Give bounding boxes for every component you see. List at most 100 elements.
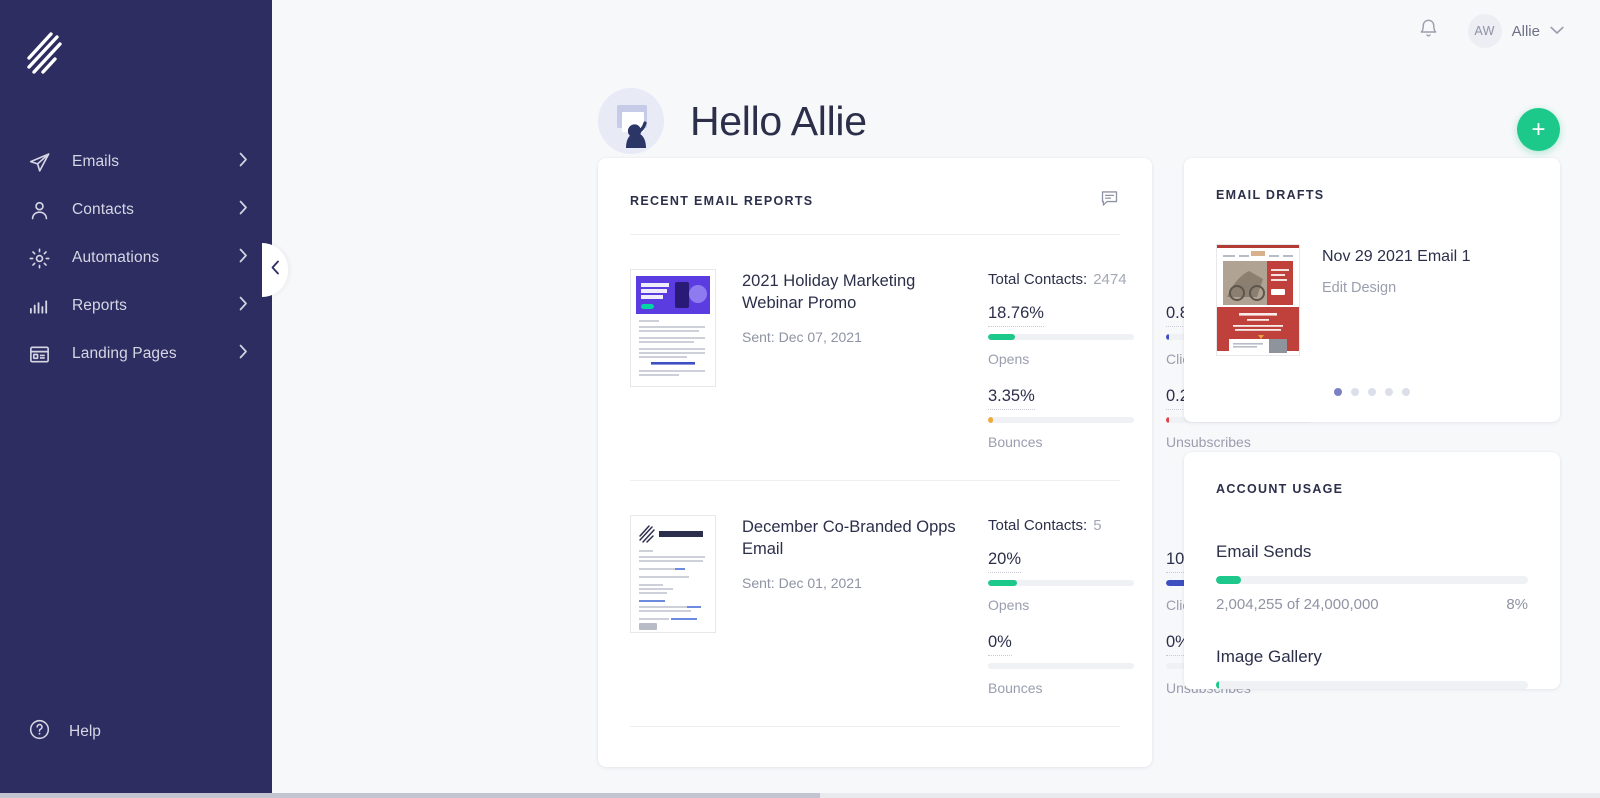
stat-label: Opens <box>988 597 1030 613</box>
main-content: AW Allie Hello Allie + RECENT EMAIL REPO… <box>272 0 1600 798</box>
sidebar-item-emails[interactable]: Emails <box>0 138 272 186</box>
usage-used: 2,004,255 of 24,000,000 <box>1216 596 1379 613</box>
stat-value: 3.35% <box>988 387 1035 410</box>
report-meta: 2021 Holiday Marketing Webinar Promo Sen… <box>716 269 988 450</box>
user-illustration-avatar <box>598 88 664 154</box>
sidebar-item-reports[interactable]: Reports <box>0 282 272 330</box>
gear-icon <box>28 247 54 270</box>
email-thumbnail[interactable] <box>630 515 716 633</box>
stat-bar-fill <box>1166 417 1169 423</box>
report-row[interactable]: December Co-Branded Opps Email Sent: Dec… <box>598 481 1312 726</box>
report-name: December Co-Branded Opps Email <box>742 518 956 558</box>
chevron-left-icon <box>271 260 280 280</box>
report-meta: December Co-Branded Opps Email Sent: Dec… <box>716 515 988 696</box>
avatar: AW <box>1467 14 1502 48</box>
report-row[interactable]: 2021 Holiday Marketing Webinar Promo Sen… <box>598 235 1312 480</box>
chevron-right-icon <box>239 200 248 220</box>
chevron-right-icon <box>239 248 248 268</box>
stat-value: 20% <box>988 550 1022 573</box>
chevron-down-icon <box>1550 22 1564 40</box>
sidebar-item-label: Landing Pages <box>72 345 177 362</box>
left-column: RECENT EMAIL REPORTS 2021 Holiday Market… <box>598 158 1312 767</box>
total-contacts-label: Total Contacts: <box>988 271 1088 288</box>
notifications-button[interactable] <box>1412 14 1446 48</box>
page-title: Hello Allie <box>690 97 867 144</box>
horizontal-scrollbar[interactable] <box>0 793 1600 798</box>
sidebar-item-label: Reports <box>72 297 127 314</box>
usage-bar <box>1216 576 1528 584</box>
dashboard-grid: RECENT EMAIL REPORTS 2021 Holiday Market… <box>272 158 1600 767</box>
report-name: 2021 Holiday Marketing Webinar Promo <box>742 272 916 312</box>
edit-design-link[interactable]: Edit Design <box>1322 280 1471 296</box>
chevron-right-icon <box>239 296 248 316</box>
bell-icon <box>1418 18 1439 44</box>
sidebar-item-label: Help <box>69 723 101 740</box>
usage-item-name: Email Sends <box>1216 542 1312 561</box>
holiday-marketing-campaign-thumbnail <box>631 270 715 386</box>
usage-body: Email Sends 2,004,255 of 24,000,000 8% I… <box>1184 542 1560 689</box>
carousel-dot[interactable] <box>1351 388 1359 396</box>
stat-label: Bounces <box>988 680 1043 696</box>
report-sent-date: Sent: Dec 01, 2021 <box>742 574 862 591</box>
sidebar-item-label: Automations <box>72 249 160 266</box>
page-header: Hello Allie <box>272 62 1600 158</box>
usage-percent: 8% <box>1506 596 1528 613</box>
sidebar-item-label: Emails <box>72 153 120 170</box>
reports-card-title: RECENT EMAIL REPORTS <box>630 194 814 208</box>
draft-name: Nov 29 2021 Email 1 <box>1322 248 1471 265</box>
top-bar: AW Allie <box>272 0 1600 62</box>
total-contacts-value: 2474 <box>1093 271 1127 288</box>
paper-plane-icon <box>28 151 54 174</box>
report-sent-date: Sent: Dec 07, 2021 <box>742 328 862 345</box>
email-thumbnail[interactable] <box>630 269 716 387</box>
reports-card-overflow <box>598 727 1152 767</box>
sidebar-item-help[interactable]: Help <box>0 708 272 756</box>
sidebar-item-contacts[interactable]: Contacts <box>0 186 272 234</box>
create-new-button[interactable]: + <box>1517 108 1560 151</box>
illustration-graphic <box>598 88 664 154</box>
speech-bubble-icon[interactable] <box>1099 188 1120 214</box>
recent-email-reports-card: RECENT EMAIL REPORTS 2021 Holiday Market… <box>598 158 1312 767</box>
stat-bar-fill <box>988 417 993 423</box>
user-menu[interactable]: AW Allie <box>1467 14 1564 48</box>
app-root: Emails Contacts Automations Reports Land… <box>0 0 1600 798</box>
benchmark-logo-email-thumbnail <box>631 516 715 632</box>
brand-logo[interactable] <box>0 0 272 110</box>
sidebar-item-label: Contacts <box>72 201 134 218</box>
stat-label: Opens <box>988 351 1030 367</box>
stat-bar <box>988 663 1134 669</box>
sidebar-nav: Emails Contacts Automations Reports Land… <box>0 138 272 378</box>
right-column: EMAIL DRAFTS Nov 29 2021 Email 1 Edit De… <box>1184 158 1560 689</box>
usage-item-image-gallery: Image Gallery <box>1216 647 1528 689</box>
user-name: Allie <box>1511 22 1540 40</box>
draft-item[interactable]: Nov 29 2021 Email 1 Edit Design <box>1184 222 1560 356</box>
stat-label: Bounces <box>988 434 1043 450</box>
benchmark-logo-icon <box>27 32 62 74</box>
chevron-right-icon <box>239 152 248 172</box>
carousel-dot[interactable] <box>1368 388 1376 396</box>
carousel-dot[interactable] <box>1334 388 1342 396</box>
email-drafts-card: EMAIL DRAFTS Nov 29 2021 Email 1 Edit De… <box>1184 158 1560 422</box>
scrollbar-thumb[interactable] <box>0 793 820 798</box>
usage-bar-fill <box>1216 681 1220 689</box>
usage-bar-fill <box>1216 576 1241 584</box>
red-bicycle-email-draft-thumbnail <box>1217 245 1299 355</box>
carousel-dot[interactable] <box>1385 388 1393 396</box>
window-layout-icon <box>28 343 54 366</box>
total-contacts-label: Total Contacts: <box>988 517 1088 534</box>
stat-opens: 20% Opens <box>988 550 1134 613</box>
sidebar-item-landing-pages[interactable]: Landing Pages <box>0 330 272 378</box>
stat-value: 0% <box>988 633 1012 656</box>
usage-item-email-sends: Email Sends 2,004,255 of 24,000,000 8% <box>1216 542 1528 613</box>
bar-chart-icon <box>28 295 54 318</box>
account-usage-card: ACCOUNT USAGE Email Sends 2,004,255 of 2… <box>1184 452 1560 689</box>
sidebar-item-automations[interactable]: Automations <box>0 234 272 282</box>
total-contacts-value: 5 <box>1093 517 1102 534</box>
draft-thumbnail[interactable] <box>1216 244 1300 356</box>
stat-bar-fill <box>1166 334 1169 340</box>
stat-bounces: 3.35% Bounces <box>988 387 1134 450</box>
usage-bar <box>1216 681 1528 689</box>
stat-opens: 18.76% Opens <box>988 304 1134 367</box>
usage-card-header: ACCOUNT USAGE <box>1184 452 1560 516</box>
carousel-dot[interactable] <box>1402 388 1410 396</box>
